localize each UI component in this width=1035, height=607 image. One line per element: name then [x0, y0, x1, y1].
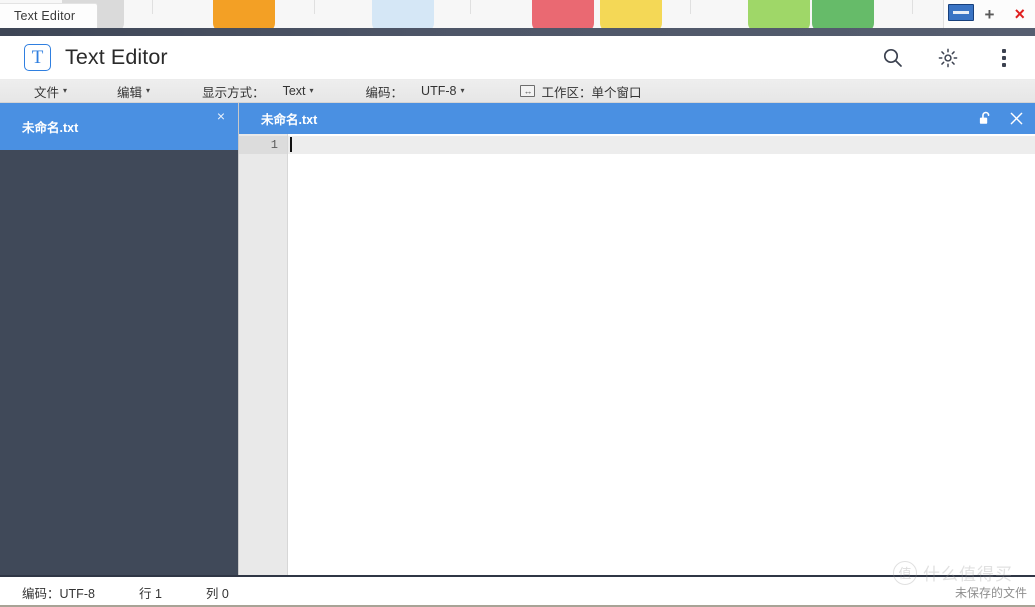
menu-workspace-value: 单个窗口 [591, 85, 642, 100]
gear-icon[interactable] [935, 45, 961, 71]
menu-view-mode: 显示方式： [194, 80, 273, 103]
menu-view-mode-label: 显示方式： [202, 85, 265, 100]
more-dots [1002, 48, 1006, 67]
chevron-down-icon: ▾ [460, 86, 465, 95]
menu-edit-label: 编辑 [117, 85, 143, 100]
status-encoding-label: 编码： [22, 586, 60, 601]
menu-encoding-label: 编码： [365, 85, 404, 100]
os-title-bar[interactable]: Text Editor — + × [0, 0, 1035, 28]
status-encoding-value: UTF-8 [59, 586, 95, 601]
menu-encoding: 编码： [358, 80, 412, 103]
text-editor-window: Text Editor — + × T Text Editor [0, 0, 1035, 607]
menu-encoding-select[interactable]: UTF-8 ▾ [413, 80, 472, 103]
chevron-down-icon: ▾ [63, 86, 68, 95]
close-button[interactable]: × [1007, 1, 1033, 27]
sidebar-item-untitled[interactable]: 未命名.txt × [0, 103, 238, 150]
status-row: 行 1 [139, 583, 162, 602]
status-column-value: 0 [221, 586, 229, 601]
menu-file-label: 文件 [34, 85, 60, 100]
workspace-layout-icon: ↔ [520, 85, 536, 97]
menu-file[interactable]: 文件 ▾ [26, 80, 75, 103]
minimize-glyph [953, 11, 969, 14]
app-header: T Text Editor [0, 36, 1035, 80]
chevron-down-icon: ▾ [309, 86, 314, 95]
chevron-down-icon: ▾ [146, 86, 151, 95]
maximize-button[interactable]: + [976, 1, 1002, 27]
menu-workspace-label: 工作区： [541, 85, 592, 100]
sidebar-item-label: 未命名.txt [22, 121, 79, 135]
code-editor[interactable]: 1 [239, 134, 1035, 575]
more-vertical-icon[interactable] [991, 45, 1017, 71]
close-icon[interactable]: × [213, 108, 229, 124]
menu-edit[interactable]: 编辑 ▾ [109, 80, 158, 103]
editor-tab-actions [977, 103, 1025, 134]
header-actions [879, 45, 1017, 71]
status-bar: 编码：UTF-8 行 1 列 0 未保存的文件 [0, 575, 1035, 607]
menu-view-mode-value: Text [282, 84, 306, 98]
editor-tab-label: 未命名.txt [261, 113, 318, 127]
menu-view-mode-select[interactable]: Text ▾ [275, 80, 322, 103]
editor-tab-untitled[interactable]: 未命名.txt [239, 103, 1035, 134]
line-number-gutter: 1 [239, 134, 288, 575]
text-editor-logo-icon: T [24, 44, 51, 71]
status-column: 列 0 [206, 583, 229, 602]
page-title: Text Editor [65, 45, 168, 69]
search-icon[interactable] [879, 45, 905, 71]
unlock-icon[interactable] [977, 110, 994, 127]
code-line[interactable] [288, 136, 1035, 154]
status-column-label: 列 [205, 586, 219, 601]
editor-pane: 未命名.txt 1 [239, 103, 1035, 575]
status-row-label: 行 [138, 586, 152, 601]
workspace-body: 未命名.txt × 未命名.txt 1 [0, 103, 1035, 575]
text-cursor [290, 137, 292, 152]
menu-bar: 文件 ▾ 编辑 ▾ 显示方式： Text ▾ 编码： UTF-8 ▾ ↔ 工作区… [0, 80, 1035, 103]
close-icon[interactable] [1008, 110, 1025, 127]
window-accent-strip [0, 28, 1035, 36]
os-window-title: Text Editor [0, 3, 98, 28]
file-list-sidebar: 未命名.txt × [0, 103, 239, 575]
menu-encoding-value: UTF-8 [421, 84, 457, 98]
line-number: 1 [239, 136, 287, 154]
status-row-value: 1 [154, 586, 162, 601]
status-unsaved-text: 未保存的文件 [954, 585, 1027, 600]
menu-workspace[interactable]: ↔ 工作区： 单个窗口 [512, 80, 649, 103]
code-content[interactable] [288, 134, 1035, 575]
status-encoding: 编码：UTF-8 [22, 583, 95, 602]
